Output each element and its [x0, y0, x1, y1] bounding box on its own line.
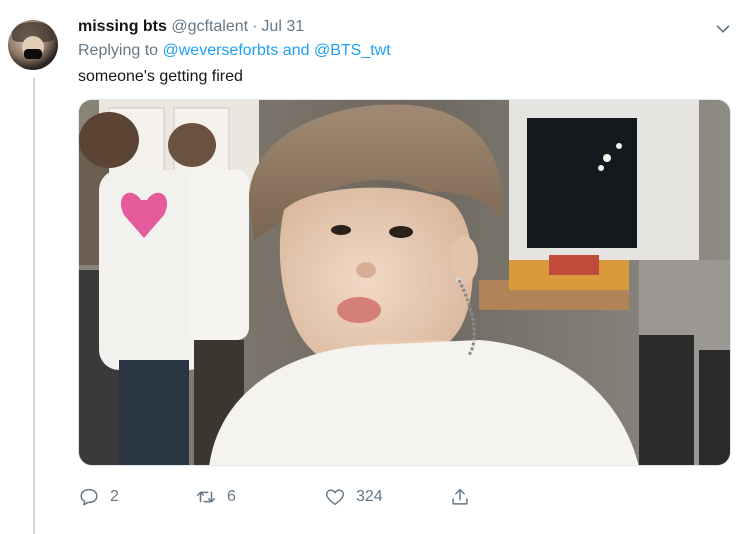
reply-conjunction[interactable]: and	[283, 42, 310, 59]
like-count: 324	[356, 488, 383, 505]
replying-prefix: Replying to	[78, 42, 159, 59]
avatar[interactable]	[8, 20, 58, 70]
retweet-icon	[197, 491, 215, 503]
tweet-header: missing bts @gcftalent · Jul 31	[78, 17, 304, 37]
thread-line	[33, 78, 35, 534]
tweet[interactable]: missing bts @gcftalent · Jul 31 Replying t…	[0, 0, 745, 534]
share-button[interactable]	[449, 484, 471, 510]
media-photo	[79, 100, 730, 465]
display-name[interactable]: missing bts	[78, 18, 167, 35]
reply-mention-bts-twt[interactable]: @BTS_twt	[314, 42, 391, 59]
reply-mention-weverseforbts[interactable]: @weverseforbts	[163, 42, 279, 59]
tweet-date[interactable]: Jul 31	[261, 18, 304, 35]
avatar-mask	[24, 49, 42, 59]
share-icon	[452, 488, 468, 505]
tweet-media[interactable]	[78, 99, 731, 466]
reply-count: 2	[110, 488, 119, 505]
user-handle[interactable]: @gcftalent	[171, 18, 248, 35]
reply-button[interactable]: 2	[78, 484, 119, 510]
chevron-down-icon	[716, 25, 730, 33]
tweet-actions: 2 6 324	[78, 484, 498, 510]
like-button[interactable]: 324	[324, 484, 383, 510]
tweet-text: someone's getting fired	[78, 68, 243, 85]
tweet-menu-button[interactable]	[712, 18, 734, 40]
header-separator: ·	[252, 18, 258, 35]
retweet-count: 6	[227, 488, 236, 505]
heart-icon	[326, 489, 344, 506]
reply-icon	[80, 488, 98, 506]
retweet-button[interactable]: 6	[195, 484, 236, 510]
replying-to: Replying to @weverseforbts and @BTS_twt	[78, 41, 391, 61]
